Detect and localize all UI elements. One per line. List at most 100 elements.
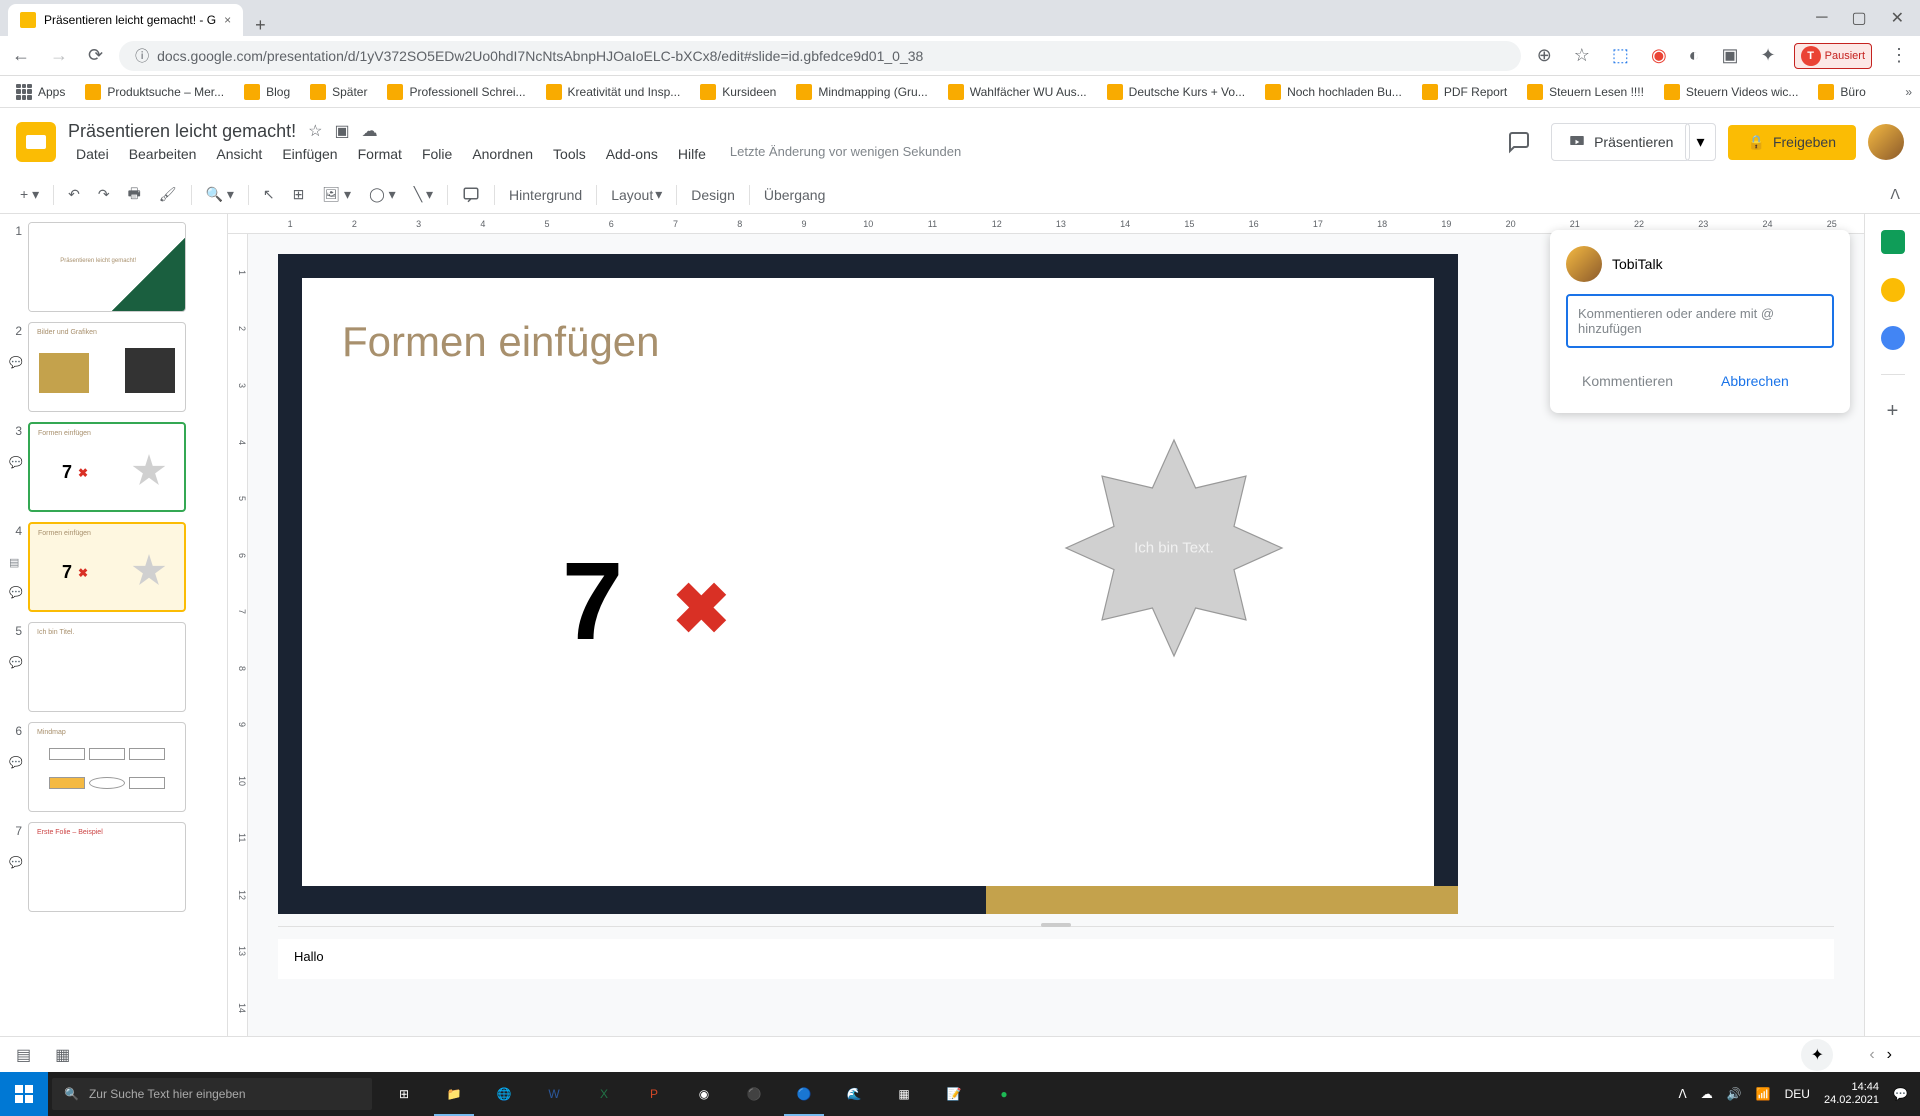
slide-thumbnail-2[interactable]: Bilder und Grafiken xyxy=(28,322,186,412)
add-addon-icon[interactable]: + xyxy=(1881,399,1905,423)
account-avatar[interactable] xyxy=(1868,124,1904,160)
bookmark-item[interactable]: Noch hochladen Bu... xyxy=(1257,80,1410,104)
document-title[interactable]: Präsentieren leicht gemacht! xyxy=(68,121,296,142)
chrome-menu-icon[interactable]: ⋮ xyxy=(1886,41,1912,70)
comment-submit-button[interactable]: Kommentieren xyxy=(1566,365,1689,397)
forward-icon[interactable]: → xyxy=(46,41,72,70)
menu-format[interactable]: Format xyxy=(350,144,410,164)
bookmark-item[interactable]: Steuern Lesen !!!! xyxy=(1519,80,1652,104)
maximize-icon[interactable]: ▢ xyxy=(1851,8,1866,28)
present-button[interactable]: Präsentieren xyxy=(1551,123,1690,161)
menu-arrange[interactable]: Anordnen xyxy=(464,144,541,164)
star-document-icon[interactable]: ☆ xyxy=(308,121,322,141)
slide-heading[interactable]: Formen einfügen xyxy=(342,318,1394,366)
new-slide-button[interactable]: + ▾ xyxy=(12,180,47,209)
comment-indicator-icon[interactable]: 💬 xyxy=(9,356,21,368)
slide-thumbnail-6[interactable]: Mindmap xyxy=(28,722,186,812)
next-slide-icon[interactable]: › xyxy=(1887,1046,1892,1064)
explorer-icon[interactable]: 📁 xyxy=(430,1072,478,1116)
share-button[interactable]: 🔒 Freigeben xyxy=(1728,125,1856,160)
comment-cancel-button[interactable]: Abbrechen xyxy=(1705,365,1805,397)
bookmark-item[interactable]: PDF Report xyxy=(1414,80,1515,104)
textbox-tool[interactable]: ⊞ xyxy=(285,180,313,209)
edge-chromium-icon[interactable]: 🌊 xyxy=(830,1072,878,1116)
spotify-icon[interactable]: ● xyxy=(980,1072,1028,1116)
image-tool[interactable]: 🖼 ▾ xyxy=(314,180,359,209)
menu-file[interactable]: Datei xyxy=(68,144,117,164)
slide-thumbnail-5[interactable]: Ich bin Titel. xyxy=(28,622,186,712)
volume-icon[interactable]: 🔊 xyxy=(1727,1087,1742,1101)
notes-indicator-icon[interactable]: ▤ xyxy=(9,556,21,568)
collapse-toolbar-icon[interactable]: ᐱ xyxy=(1882,180,1908,209)
extension-icon-1[interactable]: ⬚ xyxy=(1608,41,1633,70)
close-window-icon[interactable]: ✕ xyxy=(1891,8,1904,28)
menu-slide[interactable]: Folie xyxy=(414,144,460,164)
filmstrip-view-icon[interactable]: ▤ xyxy=(16,1045,31,1065)
edge-icon[interactable]: 🌐 xyxy=(480,1072,528,1116)
speaker-notes[interactable]: Hallo xyxy=(278,939,1834,979)
bookmark-item[interactable]: Kursideen xyxy=(692,80,784,104)
star-text-label[interactable]: Ich bin Text. xyxy=(1134,540,1214,557)
bookmark-item[interactable]: Professionell Schrei... xyxy=(379,80,533,104)
notification-icon[interactable]: 💬 xyxy=(1893,1087,1908,1101)
redo-button[interactable]: ↷ xyxy=(90,180,118,209)
select-tool[interactable]: ↖ xyxy=(255,180,283,209)
app-icon-2[interactable]: ▦ xyxy=(880,1072,928,1116)
bookmark-item[interactable]: Büro xyxy=(1810,80,1873,104)
transition-button[interactable]: Übergang xyxy=(756,181,834,209)
slide-x-shape[interactable]: ✖ xyxy=(672,568,731,650)
slides-logo-icon[interactable] xyxy=(16,122,56,162)
slide-star-shape[interactable]: Ich bin Text. xyxy=(1054,428,1294,668)
bookmark-item[interactable]: Wahlfächer WU Aus... xyxy=(940,80,1095,104)
zoom-button[interactable]: 🔍 ▾ xyxy=(198,180,242,209)
layout-button[interactable]: Layout ▾ xyxy=(603,180,670,209)
comment-indicator-icon[interactable]: 💬 xyxy=(9,656,21,668)
chrome-icon[interactable]: 🔵 xyxy=(780,1072,828,1116)
minimize-icon[interactable]: ─ xyxy=(1816,9,1827,27)
cloud-save-icon[interactable]: ☁ xyxy=(362,121,378,141)
design-button[interactable]: Design xyxy=(683,181,743,209)
extension-icon-2[interactable]: ◉ xyxy=(1647,41,1671,70)
task-view-icon[interactable]: ⊞ xyxy=(380,1072,428,1116)
bookmark-item[interactable]: Steuern Videos wic... xyxy=(1656,80,1807,104)
browser-tab[interactable]: Präsentieren leicht gemacht! - G × xyxy=(8,4,243,36)
slide-thumbnail-3[interactable]: Formen einfügen 7✖ xyxy=(28,422,186,512)
slide-thumbnail-7[interactable]: Erste Folie – Beispiel xyxy=(28,822,186,912)
word-icon[interactable]: W xyxy=(530,1072,578,1116)
obs-icon[interactable]: ⚫ xyxy=(730,1072,778,1116)
slide-canvas[interactable]: Formen einfügen 7 ✖ Ich bin Text. xyxy=(278,254,1458,914)
onedrive-icon[interactable]: ☁ xyxy=(1701,1087,1713,1101)
notes-drag-handle[interactable] xyxy=(1041,923,1071,927)
wifi-icon[interactable]: 📶 xyxy=(1756,1087,1771,1101)
menu-addons[interactable]: Add-ons xyxy=(598,144,666,164)
tray-chevron-icon[interactable]: ᐱ xyxy=(1679,1087,1687,1101)
bookmark-item[interactable]: Mindmapping (Gru... xyxy=(788,80,935,104)
extension-icon-4[interactable]: ▣ xyxy=(1718,41,1743,70)
comment-history-button[interactable] xyxy=(1499,122,1539,162)
notepad-icon[interactable]: 📝 xyxy=(930,1072,978,1116)
app-icon[interactable]: ◉ xyxy=(680,1072,728,1116)
bookmark-item[interactable]: Blog xyxy=(236,80,298,104)
keep-icon[interactable] xyxy=(1881,278,1905,302)
menu-tools[interactable]: Tools xyxy=(545,144,594,164)
calendar-icon[interactable] xyxy=(1881,230,1905,254)
slide-thumbnail-1[interactable]: Präsentieren leicht gemacht! xyxy=(28,222,186,312)
comment-indicator-icon[interactable]: 💬 xyxy=(9,756,21,768)
comment-tool[interactable] xyxy=(454,180,488,210)
menu-insert[interactable]: Einfügen xyxy=(274,144,345,164)
extension-icon-3[interactable]: ◐ xyxy=(1685,41,1704,70)
print-button[interactable]: 🖶 xyxy=(120,177,149,213)
taskbar-clock[interactable]: 14:44 24.02.2021 xyxy=(1824,1081,1879,1107)
bookmark-item[interactable]: Kreativität und Insp... xyxy=(538,80,689,104)
apps-shortcut[interactable]: Apps xyxy=(8,80,73,104)
menu-help[interactable]: Hilfe xyxy=(670,144,714,164)
comment-indicator-icon[interactable]: 💬 xyxy=(9,586,21,598)
prev-slide-icon[interactable]: ‹ xyxy=(1869,1046,1874,1064)
powerpoint-icon[interactable]: P xyxy=(630,1072,678,1116)
present-dropdown-button[interactable]: ▾ xyxy=(1685,123,1715,161)
comment-indicator-icon[interactable]: 💬 xyxy=(9,856,21,868)
line-tool[interactable]: ╲ ▾ xyxy=(406,180,441,209)
move-document-icon[interactable]: ▣ xyxy=(334,121,349,141)
zoom-icon[interactable]: ⊕ xyxy=(1533,41,1556,70)
bookmark-item[interactable]: Deutsche Kurs + Vo... xyxy=(1099,80,1253,104)
